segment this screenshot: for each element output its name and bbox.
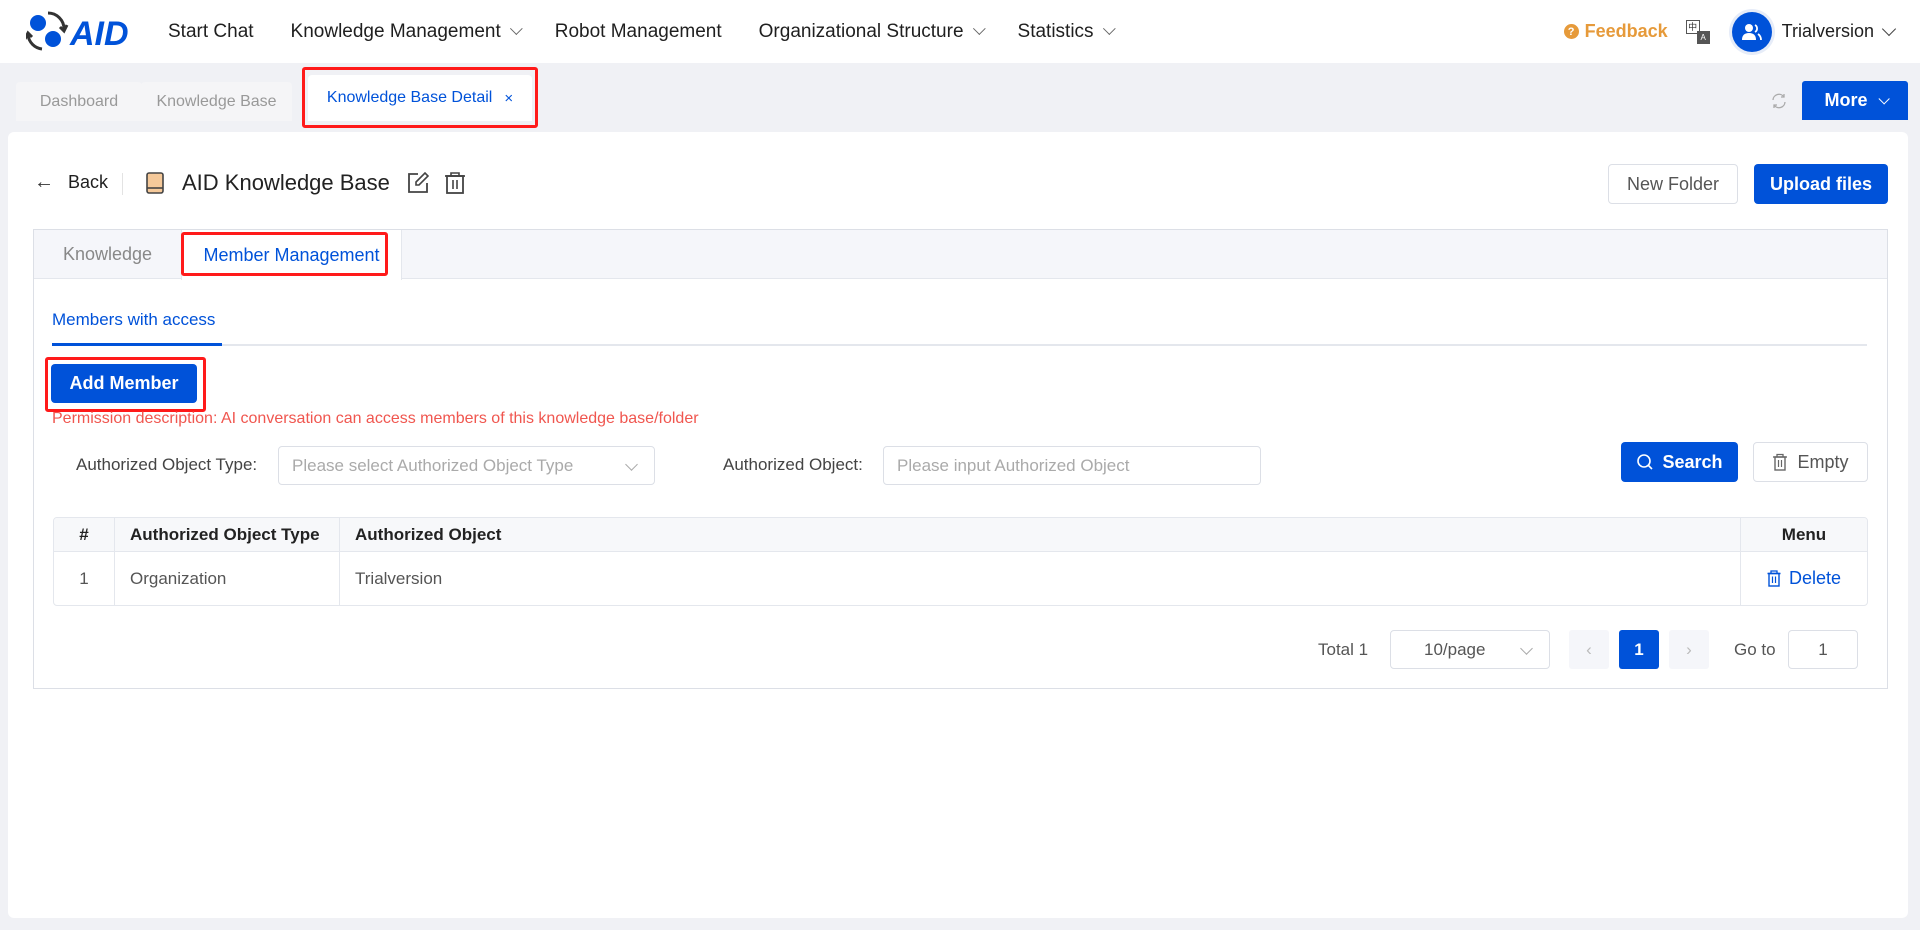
row-index: 1 xyxy=(54,552,115,605)
column-header-menu: Menu xyxy=(1781,524,1827,544)
language-switch-icon[interactable]: 中 A xyxy=(1685,19,1710,44)
page-size-select[interactable]: 10/page xyxy=(1390,630,1550,669)
trash-icon xyxy=(1773,453,1788,471)
chevron-down-icon xyxy=(509,22,523,36)
page-tab-knowledge-base-detail[interactable]: Knowledge Base Detail × xyxy=(308,75,532,121)
new-folder-button[interactable]: New Folder xyxy=(1608,164,1738,204)
lang-glyph-a: A xyxy=(1696,30,1710,44)
row-menu: Delete xyxy=(1741,552,1867,605)
user-name[interactable]: Trialversion xyxy=(1782,21,1874,42)
tab-label: Dashboard xyxy=(39,92,119,110)
refresh-icon[interactable] xyxy=(1770,92,1788,110)
upload-files-button[interactable]: Upload files xyxy=(1754,164,1888,204)
search-icon xyxy=(1637,454,1654,470)
users-icon xyxy=(1741,23,1762,40)
help-circle-icon: ? xyxy=(1563,24,1579,39)
nav-label: Start Chat xyxy=(168,20,254,42)
delete-button[interactable]: Delete xyxy=(1767,568,1841,589)
members-table: # Authorized Object Type Authorized Obje… xyxy=(53,517,1868,606)
chevron-down-icon xyxy=(972,22,986,36)
back-label: Back xyxy=(68,172,109,192)
feedback-label: Feedback xyxy=(1584,21,1668,41)
button-label: New Folder xyxy=(1626,173,1720,194)
select-placeholder: Please select Authorized Object Type xyxy=(292,455,574,475)
button-label: Search xyxy=(1662,451,1723,472)
nav-robot-management[interactable]: Robot Management xyxy=(555,21,722,43)
nav-organizational-structure[interactable]: Organizational Structure xyxy=(758,20,986,43)
add-member-button[interactable]: Add Member xyxy=(51,364,197,403)
user-avatar[interactable] xyxy=(1731,11,1772,52)
back-button[interactable]: ← Back xyxy=(34,171,108,194)
chevron-down-icon xyxy=(625,458,638,471)
object-type-label: Authorized Object Type: xyxy=(76,455,258,474)
empty-button[interactable]: Empty xyxy=(1753,442,1868,482)
permission-description: Permission description: AI conversation … xyxy=(52,410,699,427)
nav-label: Knowledge Management xyxy=(290,20,501,42)
tab-member-management[interactable]: Member Management xyxy=(181,230,402,280)
edit-icon[interactable] xyxy=(407,172,429,194)
divider xyxy=(122,173,123,195)
column-header-type: Authorized Object Type xyxy=(115,518,340,551)
tab-underline-track xyxy=(52,344,1867,346)
table-row: 1 Organization Trialversion Delete xyxy=(54,552,1867,605)
page-size-value: 10/page xyxy=(1424,639,1486,659)
header-right: ? Feedback 中 A Trialversion xyxy=(1563,0,1920,63)
prev-page-button[interactable]: ‹ xyxy=(1569,630,1609,669)
tab-label: Knowledge xyxy=(62,244,153,264)
row-object-type: Organization xyxy=(115,552,340,605)
tab-label: Knowledge Base xyxy=(156,92,277,110)
object-input[interactable] xyxy=(883,446,1261,485)
trash-icon xyxy=(1767,570,1781,587)
nav-knowledge-management[interactable]: Knowledge Management xyxy=(290,20,523,43)
chevron-down-icon xyxy=(1102,22,1116,36)
search-button[interactable]: Search xyxy=(1621,442,1738,482)
column-header-index: # xyxy=(54,518,115,551)
tab-members-with-access[interactable]: Members with access xyxy=(52,310,215,330)
more-label: More xyxy=(1824,90,1868,110)
arrow-left-icon: ← xyxy=(34,171,54,193)
nav-start-chat[interactable]: Start Chat xyxy=(168,21,254,43)
svg-text:AID: AID xyxy=(69,15,129,53)
chevron-down-icon xyxy=(1877,92,1890,105)
nav-label: Statistics xyxy=(1017,20,1094,42)
delete-label: Delete xyxy=(1788,568,1842,588)
button-label: Add Member xyxy=(69,373,179,393)
page-button-current[interactable]: 1 xyxy=(1619,630,1659,669)
book-icon xyxy=(146,172,164,194)
goto-page-input[interactable] xyxy=(1788,630,1858,669)
more-button[interactable]: More xyxy=(1802,81,1908,120)
column-header-object: Authorized Object xyxy=(340,518,1741,551)
main-nav: Start Chat Knowledge Management Robot Ma… xyxy=(168,0,1148,63)
trash-icon[interactable] xyxy=(444,171,466,195)
page-tab-bar: Dashboard Knowledge Base Knowledge Base … xyxy=(0,63,1920,132)
table-header-row: # Authorized Object Type Authorized Obje… xyxy=(54,518,1867,552)
tab-knowledge[interactable]: Knowledge xyxy=(34,230,181,279)
top-header: AID Start Chat Knowledge Management Robo… xyxy=(0,0,1920,63)
button-label: Upload files xyxy=(1769,173,1872,194)
tab-label: Member Management xyxy=(203,244,380,265)
feedback-link[interactable]: ? Feedback xyxy=(1563,21,1668,42)
tab-label: Knowledge Base Detail xyxy=(326,89,493,106)
row-object: Trialversion xyxy=(340,552,1741,605)
goto-label: Go to xyxy=(1734,640,1776,659)
nav-label: Robot Management xyxy=(554,20,722,42)
button-label: Empty xyxy=(1797,451,1849,472)
pagination-total: Total 1 xyxy=(1318,640,1369,659)
chevron-down-icon xyxy=(1520,642,1533,655)
object-type-select[interactable]: Please select Authorized Object Type xyxy=(278,446,655,485)
detail-tabs-header: Knowledge Member Management xyxy=(34,230,1887,280)
page-tab-knowledge-base[interactable]: Knowledge Base xyxy=(141,82,292,121)
next-page-button[interactable]: › xyxy=(1669,630,1709,669)
object-label: Authorized Object: xyxy=(723,455,863,474)
chevron-down-icon[interactable] xyxy=(1881,21,1897,36)
close-icon[interactable]: × xyxy=(504,90,513,107)
nav-statistics[interactable]: Statistics xyxy=(1017,20,1116,43)
page-tab-dashboard[interactable]: Dashboard xyxy=(16,82,142,121)
aid-logo[interactable]: AID xyxy=(26,9,138,53)
knowledge-base-title: AID Knowledge Base xyxy=(182,170,390,195)
tab-underline-active xyxy=(52,343,222,346)
nav-label: Organizational Structure xyxy=(758,20,964,42)
